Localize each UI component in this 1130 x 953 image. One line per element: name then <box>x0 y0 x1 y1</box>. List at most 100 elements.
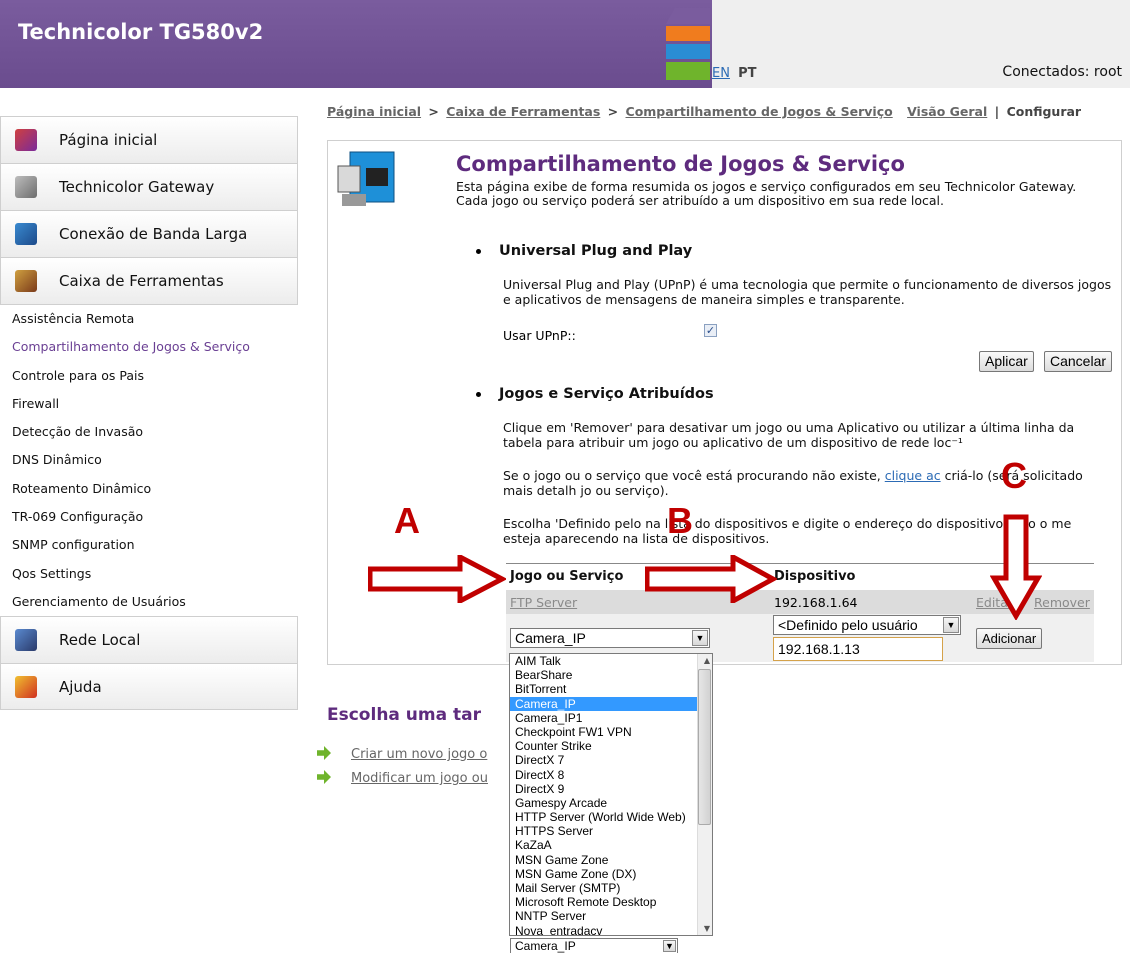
arrow-right-icon <box>317 770 331 784</box>
dropdown-option[interactable]: Camera_IP1 <box>510 711 698 725</box>
cancel-button[interactable]: Cancelar <box>1044 351 1113 372</box>
sidebar-item-routing[interactable]: Roteamento Dinâmico <box>0 475 298 503</box>
row-game-link[interactable]: FTP Server <box>510 595 577 610</box>
dropdown-option[interactable]: DirectX 8 <box>510 768 698 782</box>
dropdown-option[interactable]: MSN Game Zone <box>510 853 698 867</box>
house-icon <box>15 129 37 151</box>
game-select-duplicate[interactable]: Camera_IP ▼ <box>510 938 678 953</box>
dropdown-option[interactable]: HTTPS Server <box>510 824 698 838</box>
network-icon <box>15 629 37 652</box>
upnp-checkbox-label: Usar UPnP:: <box>503 328 576 343</box>
apply-button[interactable]: Aplicar <box>979 351 1034 372</box>
logo-stripe-blue <box>666 44 710 59</box>
annotation-arrow-c <box>990 514 1042 620</box>
col-game-header: Jogo ou Serviço <box>510 569 624 584</box>
add-button[interactable]: Adicionar <box>976 628 1043 649</box>
toolbox-submenu: Assistência Remota Compartilhamento de J… <box>0 304 298 616</box>
dropdown-option[interactable]: DirectX 7 <box>510 753 698 767</box>
upnp-section-title: Universal Plug and Play <box>476 243 692 259</box>
sidebar-item-game-sharing[interactable]: Compartilhamento de Jogos & Serviço <box>0 333 298 361</box>
dropdown-option[interactable]: NNTP Server <box>510 909 698 923</box>
dropdown-option[interactable]: BitTorrent <box>510 682 698 696</box>
game-dropdown-list[interactable]: AIM Talk BearShare BitTorrent Camera_IP Came… <box>509 653 713 936</box>
col-device-header: Dispositivo <box>774 569 856 584</box>
scroll-up-icon: ▲ <box>703 656 710 665</box>
nav-help[interactable]: Ajuda <box>0 663 298 711</box>
sidebar: Página inicial Technicolor Gateway Conex… <box>0 116 298 711</box>
game-sharing-icon <box>337 151 395 206</box>
nav-local-network[interactable]: Rede Local <box>0 616 298 664</box>
dropdown-option[interactable]: Camera_IP <box>510 696 698 711</box>
page-title: Compartilhamento de Jogos & Serviço <box>456 152 905 176</box>
nav-gateway[interactable]: Technicolor Gateway <box>0 163 298 210</box>
dropdown-option[interactable]: KaZaA <box>510 838 698 852</box>
scroll-thumb[interactable] <box>698 669 711 825</box>
chevron-down-icon: ▼ <box>692 630 708 646</box>
sidebar-item-snmp[interactable]: SNMP configuration <box>0 531 298 559</box>
nav-toolbox[interactable]: Caixa de Ferramentas <box>0 257 298 304</box>
dropdown-option[interactable]: HTTP Server (World Wide Web) <box>510 810 698 824</box>
annotation-label-b: B <box>667 500 693 541</box>
assigned-para-1: Clique em 'Remover' para desativar um jo… <box>503 420 1075 450</box>
sidebar-item-intrusion[interactable]: Detecção de Invasão <box>0 418 298 446</box>
assigned-section-title: Jogos e Serviço Atribuídos <box>476 386 714 402</box>
app-title: Technicolor TG580v2 <box>18 20 264 44</box>
globe-icon <box>15 223 37 245</box>
task-item-create[interactable]: Criar um novo jogo o <box>317 746 487 762</box>
header-banner <box>0 0 718 88</box>
upnp-description: Universal Plug and Play (UPnP) é uma tec… <box>503 277 1112 307</box>
dropdown-option[interactable]: MSN Game Zone (DX) <box>510 867 698 881</box>
sidebar-item-remote-assist[interactable]: Assistência Remota <box>0 305 298 333</box>
nav-home[interactable]: Página inicial <box>0 116 298 163</box>
dropdown-scrollbar[interactable]: ▲ ▼ <box>697 654 712 935</box>
lang-pt-current: PT <box>738 66 757 81</box>
page-description: Esta página exibe de forma resumida os j… <box>456 179 1077 208</box>
sidebar-item-firewall[interactable]: Firewall <box>0 390 298 418</box>
upnp-checkbox[interactable]: ✓ <box>704 324 717 337</box>
logo-stripe-green <box>666 62 710 80</box>
tasks-title: Escolha uma tar <box>327 705 481 725</box>
configure-label: Configurar <box>1006 104 1082 119</box>
sidebar-item-ddns[interactable]: DNS Dinâmico <box>0 446 298 474</box>
overview-link[interactable]: Visão Geral <box>907 104 987 119</box>
dropdown-option[interactable]: Microsoft Remote Desktop <box>510 895 698 909</box>
chevron-down-icon: ▼ <box>663 940 676 952</box>
row-remove-link[interactable]: Remover <box>1034 595 1090 610</box>
dropdown-option[interactable]: Gamespy Arcade <box>510 796 698 810</box>
lang-en-link[interactable]: EN <box>712 66 730 81</box>
scroll-down-icon: ▼ <box>703 924 710 933</box>
sidebar-item-tr069[interactable]: TR-069 Configuração <box>0 503 298 531</box>
task-item-modify[interactable]: Modificar um jogo ou <box>317 770 488 786</box>
row-device-ip: 192.168.1.64 <box>774 595 858 610</box>
sidebar-item-users[interactable]: Gerenciamento de Usuários <box>0 588 298 616</box>
sidebar-item-parental[interactable]: Controle para os Pais <box>0 362 298 390</box>
toolbox-icon <box>15 270 37 292</box>
annotation-arrow-b <box>645 555 777 603</box>
ip-address-field[interactable]: 192.168.1.13 <box>773 637 943 661</box>
breadcrumb: Página inicial > Caixa de Ferramentas > … <box>327 104 1082 119</box>
breadcrumb-toolbox[interactable]: Caixa de Ferramentas <box>446 104 600 119</box>
chevron-down-icon: ▼ <box>943 617 959 633</box>
dropdown-option[interactable]: BearShare <box>510 668 698 682</box>
game-select[interactable]: Camera_IP ▼ <box>510 628 710 648</box>
dropdown-option[interactable]: AIM Talk <box>510 654 698 668</box>
nav-broadband[interactable]: Conexão de Banda Larga <box>0 210 298 257</box>
create-link[interactable]: clique ac <box>885 468 941 483</box>
connected-user: Conectados: root <box>1002 64 1122 80</box>
gateway-icon <box>15 176 37 198</box>
language-switcher: EN PT <box>712 66 757 81</box>
annotation-label-a: A <box>394 500 420 541</box>
breadcrumb-home[interactable]: Página inicial <box>327 104 421 119</box>
dropdown-option[interactable]: Nova_entradacv <box>510 924 698 935</box>
sidebar-item-qos[interactable]: Qos Settings <box>0 560 298 588</box>
dropdown-option[interactable]: Checkpoint FW1 VPN <box>510 725 698 739</box>
dropdown-option[interactable]: Mail Server (SMTP) <box>510 881 698 895</box>
annotation-arrow-a <box>368 555 506 603</box>
logo-stripe-orange <box>666 26 710 41</box>
dropdown-option[interactable]: Counter Strike <box>510 739 698 753</box>
help-icon <box>15 675 37 698</box>
dropdown-option[interactable]: DirectX 9 <box>510 782 698 796</box>
breadcrumb-current[interactable]: Compartilhamento de Jogos & Serviço <box>626 104 893 119</box>
device-select[interactable]: <Definido pelo usuário ▼ <box>773 615 961 635</box>
annotation-label-c: C <box>1001 455 1027 496</box>
